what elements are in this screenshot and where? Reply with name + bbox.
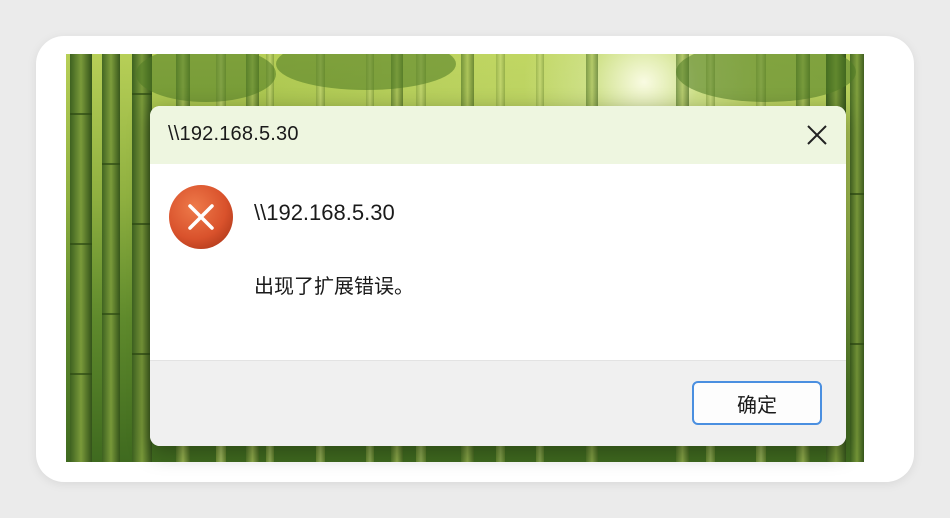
dialog-footer: 确定 xyxy=(150,360,846,446)
error-icon xyxy=(169,185,233,249)
window-title: \\192.168.5.30 xyxy=(168,123,299,145)
message-body: 出现了扩展错误。 xyxy=(254,276,414,298)
ok-button[interactable]: 确定 xyxy=(692,381,822,425)
close-button[interactable] xyxy=(788,106,846,164)
message-title: \\192.168.5.30 xyxy=(254,200,395,225)
error-dialog: \\192.168.5.30 \\192.168.5.30 出现了扩展错误。 确… xyxy=(150,106,846,446)
dialog-titlebar[interactable]: \\192.168.5.30 xyxy=(150,106,846,164)
dialog-content: \\192.168.5.30 出现了扩展错误。 xyxy=(150,164,846,360)
close-icon xyxy=(807,125,827,145)
